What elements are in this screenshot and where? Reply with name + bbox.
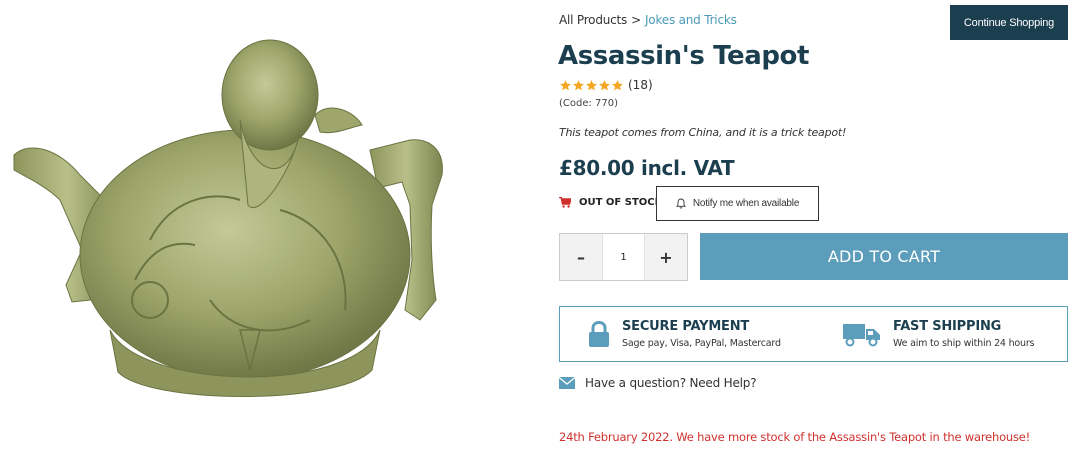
review-count[interactable]: (18) — [628, 78, 653, 92]
star-icon — [586, 79, 597, 90]
notify-label: Notify me when available — [692, 198, 800, 209]
continue-shopping-button[interactable]: Continue Shopping — [950, 5, 1068, 40]
help-label: Have a question? Need Help? — [585, 376, 757, 390]
truck-icon — [843, 324, 880, 347]
secure-payment-badge: SECURE PAYMENT Sage pay, Visa, PayPal, M… — [588, 307, 781, 361]
product-rating[interactable]: (18) — [559, 78, 653, 92]
star-rating — [559, 79, 624, 92]
trust-badges: SECURE PAYMENT Sage pay, Visa, PayPal, M… — [559, 306, 1068, 362]
star-icon — [560, 79, 571, 90]
decrease-quantity-button[interactable]: – — [560, 234, 602, 280]
stock-label: OUT OF STOCK — [579, 197, 663, 208]
fast-shipping-badge: FAST SHIPPING We aim to ship within 24 h… — [843, 307, 1035, 361]
notify-me-button[interactable]: Notify me when available — [656, 186, 819, 221]
star-icon — [573, 79, 584, 90]
star-icon — [599, 79, 610, 90]
cart-icon — [559, 197, 571, 208]
lock-icon — [589, 320, 609, 347]
breadcrumb: All Products > Jokes and Tricks — [559, 13, 737, 27]
secure-payment-title: SECURE PAYMENT — [622, 319, 750, 334]
breadcrumb-separator: > — [631, 13, 641, 27]
product-price: £80.00 incl. VAT — [559, 156, 735, 180]
fast-shipping-title: FAST SHIPPING — [893, 319, 1002, 334]
help-link[interactable]: Have a question? Need Help? — [559, 376, 757, 390]
add-to-cart-button[interactable]: ADD TO CART — [700, 233, 1068, 280]
bell-icon — [675, 198, 686, 209]
product-code: (Code: 770) — [559, 98, 619, 109]
stock-notice: 24th February 2022. We have more stock o… — [559, 430, 1031, 444]
breadcrumb-home[interactable]: All Products — [559, 13, 627, 27]
increase-quantity-button[interactable]: + — [645, 234, 687, 280]
quantity-input[interactable]: 1 — [602, 234, 645, 280]
breadcrumb-current[interactable]: Jokes and Tricks — [645, 13, 737, 27]
star-icon — [612, 79, 623, 90]
stock-status: OUT OF STOCK — [559, 197, 662, 208]
mail-icon — [559, 377, 575, 389]
teapot-image — [13, 39, 443, 397]
fast-shipping-subtitle: We aim to ship within 24 hours — [893, 338, 1035, 349]
product-title: Assassin's Teapot — [558, 41, 810, 71]
product-description: This teapot comes from China, and it is … — [559, 126, 847, 139]
quantity-stepper: – 1 + — [559, 233, 688, 281]
product-image[interactable] — [0, 0, 540, 455]
secure-payment-subtitle: Sage pay, Visa, PayPal, Mastercard — [622, 338, 781, 349]
